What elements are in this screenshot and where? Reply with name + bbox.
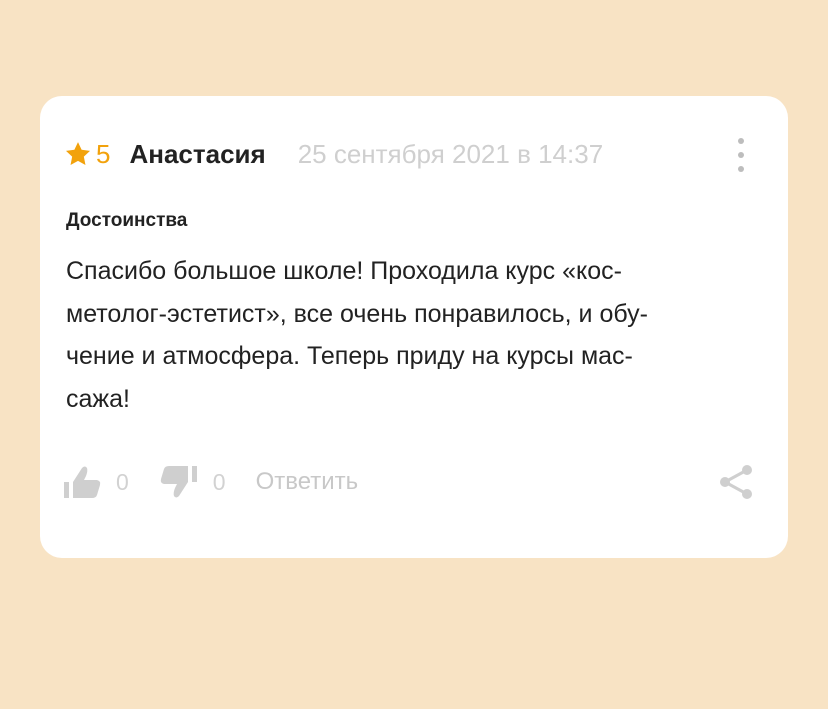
review-text-line: сажа! xyxy=(66,384,130,413)
more-vertical-icon[interactable] xyxy=(736,138,746,172)
author-name: Анастасия xyxy=(129,138,266,169)
more-dot xyxy=(738,152,744,158)
star-icon xyxy=(64,140,92,168)
review-text-line: чение и атмосфера. Теперь приду на курсы… xyxy=(66,342,633,370)
more-dot xyxy=(738,166,744,172)
review-text: Спасибо большое школе! Проходила курс «к… xyxy=(66,250,746,420)
dislike-count: 0 xyxy=(212,468,226,495)
section-title: Достоинства xyxy=(66,210,188,231)
review-header: 5 Анастасия 25 сентября 2021 в 14:37 xyxy=(64,134,764,174)
rating-value: 5 xyxy=(96,138,111,169)
share-icon[interactable] xyxy=(716,462,756,502)
review-card: 5 Анастасия 25 сентября 2021 в 14:37 Дос… xyxy=(40,96,788,558)
thumbs-up-icon xyxy=(62,464,102,500)
thumbs-down-icon xyxy=(159,464,199,500)
review-footer: 0 0 Ответить xyxy=(62,460,756,504)
review-date: 25 сентября 2021 в 14:37 xyxy=(297,138,604,169)
dislike-button[interactable]: 0 xyxy=(159,464,226,500)
review-text-line: Спасибо большое школе! Проходила курс «к… xyxy=(66,257,622,285)
more-dot xyxy=(738,138,744,144)
reply-button[interactable]: Ответить xyxy=(256,468,359,496)
review-text-line: метолог-эстетист», все очень понравилось… xyxy=(66,299,648,328)
like-button[interactable]: 0 xyxy=(62,464,129,500)
like-count: 0 xyxy=(116,468,129,495)
